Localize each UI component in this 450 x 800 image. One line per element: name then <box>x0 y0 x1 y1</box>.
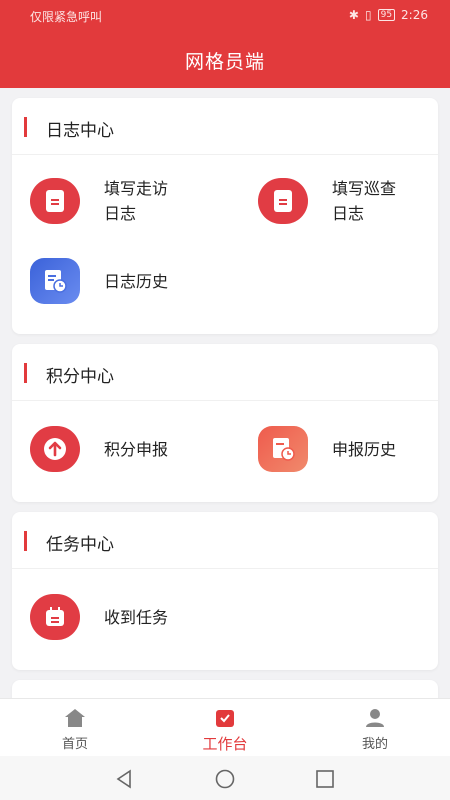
carrier-text: 仅限紧急呼叫 <box>30 10 103 24</box>
home-icon <box>25 707 125 729</box>
home-circle-icon[interactable] <box>214 769 236 789</box>
status-bar: 仅限紧急呼叫 ✱ ▯ 95 2:26 <box>0 0 450 30</box>
bottom-nav: 首页 工作台 我的 <box>0 698 450 757</box>
section-accent-bar <box>24 531 27 551</box>
points-report-button[interactable]: 积分申报 <box>30 426 168 472</box>
section-title: 积分中心 <box>46 367 114 387</box>
section-title: 任务中心 <box>46 535 114 555</box>
visit-log-label: 填写走访 日志 <box>104 179 169 223</box>
received-task-label: 收到任务 <box>104 607 169 627</box>
history-clock-icon <box>258 426 308 472</box>
history-clock-icon <box>30 258 80 304</box>
nav-workbench[interactable]: 工作台 <box>175 707 275 754</box>
document-icon <box>30 178 80 224</box>
patrol-log-label: 填写巡查 日志 <box>332 179 397 223</box>
received-task-button[interactable]: 收到任务 <box>30 594 168 640</box>
points-report-label: 积分申报 <box>104 439 169 459</box>
nav-home[interactable]: 首页 <box>25 707 125 752</box>
log-history-label: 日志历史 <box>104 271 169 291</box>
section-header: 日志中心 <box>12 98 438 155</box>
clock-text: 2:26 <box>401 8 428 22</box>
document-icon <box>258 178 308 224</box>
report-history-label: 申报历史 <box>332 439 397 459</box>
upload-arrow-icon <box>30 426 80 472</box>
vibrate-icon: ▯ <box>364 8 372 22</box>
section-title: 日志中心 <box>46 121 114 141</box>
visit-log-button[interactable]: 填写走访 日志 <box>30 176 168 226</box>
calendar-task-icon <box>30 594 80 640</box>
points-center-card: 积分中心 积分申报 申报历史 <box>12 344 438 502</box>
section-accent-bar <box>24 117 27 137</box>
system-nav-bar <box>0 756 450 800</box>
section-header: 任务中心 <box>12 512 438 569</box>
battery-indicator: 95 <box>377 9 396 21</box>
back-icon[interactable] <box>114 769 134 789</box>
bluetooth-icon: ✱ <box>348 8 359 22</box>
workbench-icon <box>175 707 275 729</box>
section-accent-bar <box>24 363 27 383</box>
status-right: ✱ ▯ 95 2:26 <box>349 8 428 22</box>
page-title: 网格员端 <box>184 51 265 73</box>
log-center-card: 日志中心 填写走访 日志 填写巡查 日志 日志历史 <box>12 98 438 334</box>
app-header: 仅限紧急呼叫 ✱ ▯ 95 2:26 网格员端 <box>0 0 450 88</box>
nav-mine[interactable]: 我的 <box>325 707 425 752</box>
section-header: 积分中心 <box>12 344 438 401</box>
log-history-button[interactable]: 日志历史 <box>30 258 168 304</box>
patrol-log-button[interactable]: 填写巡查 日志 <box>258 176 396 226</box>
user-icon <box>325 707 425 729</box>
task-center-card: 任务中心 收到任务 <box>12 512 438 670</box>
report-history-button[interactable]: 申报历史 <box>258 426 396 472</box>
recent-apps-icon[interactable] <box>315 769 335 789</box>
